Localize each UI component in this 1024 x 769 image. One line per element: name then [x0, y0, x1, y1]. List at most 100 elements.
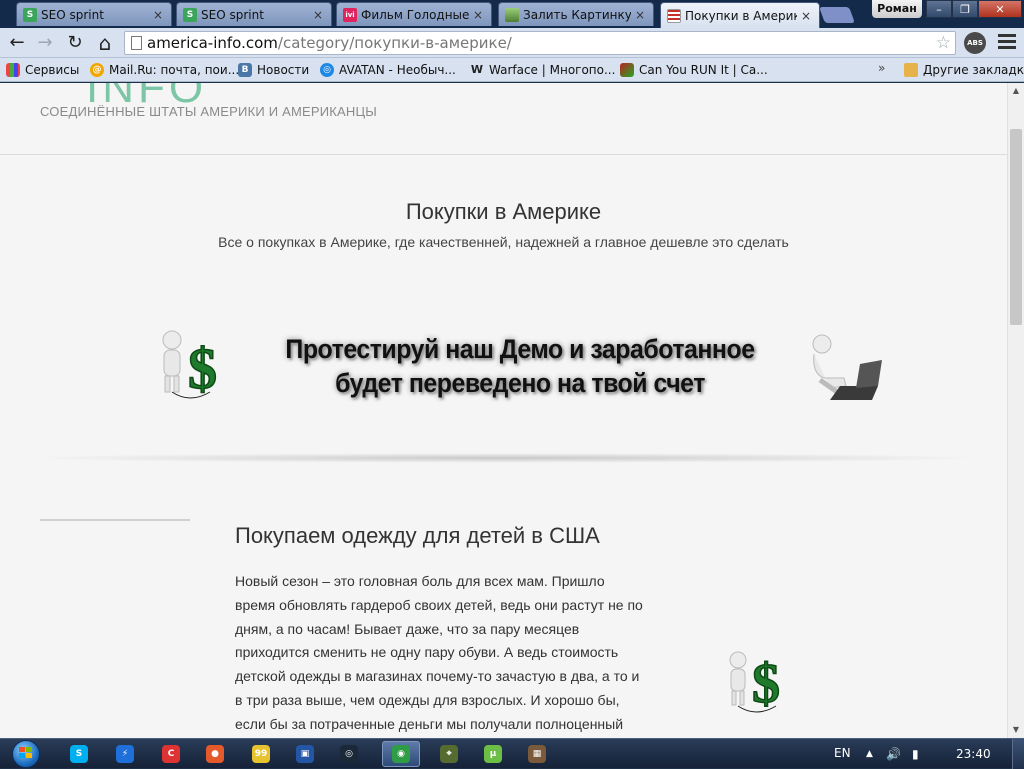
scroll-up-arrow-icon[interactable]: ▲	[1008, 83, 1024, 99]
apps-grid-icon	[6, 63, 20, 77]
mailru-icon: @	[90, 63, 104, 77]
bookmark-label: Warface | Многопо...	[489, 63, 616, 77]
windows-flag-icon	[19, 747, 33, 760]
taskbar-app-sniper-app[interactable]: ⌖	[430, 741, 468, 767]
post-title[interactable]: Покупаем одежду для детей в США	[235, 523, 600, 549]
bookmark-star-icon[interactable]: ☆	[936, 32, 951, 54]
taskbar-app-lightning-app[interactable]: ⚡	[106, 741, 144, 767]
clock[interactable]: 23:40	[956, 747, 991, 761]
bookmark-other-folder[interactable]: Другие закладки	[904, 61, 1024, 79]
ccleaner-icon: C	[162, 745, 180, 763]
notes-icon: 99	[252, 745, 270, 763]
dollar-man-icon: $	[729, 651, 781, 716]
us-flag-icon	[667, 8, 681, 23]
window-close-button[interactable]: ✕	[978, 0, 1022, 18]
man-with-laptop-icon	[812, 334, 882, 400]
warface-icon: W	[470, 63, 484, 76]
bookmark-warface[interactable]: W Warface | Многопо...	[470, 61, 616, 79]
ivi-icon: ivi	[343, 7, 357, 22]
image-upload-icon	[505, 7, 519, 22]
page-scrollbar[interactable]: ▲ ▼	[1007, 83, 1024, 738]
reload-icon[interactable]: ↻	[64, 32, 86, 54]
start-button[interactable]	[4, 739, 46, 769]
vk-icon: B	[238, 63, 252, 77]
taskbar-app-chrome[interactable]: ◉	[382, 741, 420, 767]
close-icon[interactable]: ×	[473, 8, 485, 22]
skype-icon: S	[70, 745, 88, 763]
banner-shadow	[20, 453, 990, 463]
home-icon[interactable]: ⌂	[94, 32, 116, 54]
bookmark-canyourunit[interactable]: Can You RUN It | Ca...	[620, 61, 768, 79]
bookmark-mailru[interactable]: @ Mail.Ru: почта, пои...	[90, 61, 239, 79]
bookmark-avatan[interactable]: ◎ AVATAN - Необыч...	[320, 61, 456, 79]
volume-icon[interactable]: 🔊	[886, 747, 901, 761]
bookmark-news[interactable]: B Новости	[238, 61, 309, 79]
tab-image-upload[interactable]: Залить Картинку - З ×	[498, 2, 654, 26]
tab-seo-sprint-2[interactable]: S SEO sprint ×	[176, 2, 332, 26]
bookmark-services[interactable]: Сервисы	[6, 61, 79, 79]
utorrent-icon: µ	[484, 745, 502, 763]
taskbar-app-skype[interactable]: S	[60, 741, 98, 767]
taskbar-app-steam[interactable]: ◎	[330, 741, 368, 767]
language-indicator[interactable]: EN	[834, 746, 851, 760]
close-icon[interactable]: ×	[801, 9, 813, 23]
bookmark-label: Новости	[257, 63, 310, 77]
ad-banner[interactable]: $ Протестируй наш Демо и заработанное бу…	[150, 318, 890, 413]
bookmark-label: Другие закладки	[923, 63, 1024, 77]
close-icon[interactable]: ×	[635, 8, 647, 22]
maximize-button[interactable]: ❐	[952, 0, 978, 18]
header-divider	[0, 154, 1007, 155]
tray-expand-icon[interactable]: ▲	[866, 749, 873, 759]
forward-icon[interactable]: →	[34, 32, 56, 54]
page-icon	[131, 36, 142, 50]
address-bar[interactable]: america-info.com/category/покупки-в-амер…	[124, 31, 956, 55]
tab-ivi-film[interactable]: ivi Фильм Голодные и ×	[336, 2, 492, 26]
scroll-down-arrow-icon[interactable]: ▼	[1008, 722, 1024, 738]
bookmarks-more-icon[interactable]: »	[878, 61, 885, 75]
scroll-thumb[interactable]	[1010, 128, 1022, 325]
chrome-icon: ◉	[392, 745, 410, 763]
bookmark-label: AVATAN - Необыч...	[339, 63, 456, 77]
taskbar-app-ccleaner[interactable]: C	[152, 741, 190, 767]
bookmark-label: Mail.Ru: почта, пои...	[109, 63, 240, 77]
tab-shopping-in-america[interactable]: Покупки в Америк ×	[660, 2, 820, 28]
banner-line-2: будет переведено на твой счет	[335, 368, 705, 398]
sidebar-divider	[40, 519, 190, 521]
avatan-icon: ◎	[320, 63, 334, 77]
lightning-app-icon: ⚡	[116, 745, 134, 763]
taskbar-app-floppy-save[interactable]: ▣	[286, 741, 324, 767]
taskbar-app-cube-app[interactable]: ▦	[518, 741, 556, 767]
cube-app-icon: ▦	[528, 745, 546, 763]
adblock-extension-icon[interactable]: ABS	[964, 32, 986, 54]
page-viewport: INFO СОЕДИНЁННЫЕ ШТАТЫ АМЕРИКИ И АМЕРИКА…	[0, 83, 1007, 738]
site-tagline: СОЕДИНЁННЫЕ ШТАТЫ АМЕРИКИ И АМЕРИКАНЦЫ	[40, 104, 378, 119]
bookmark-label: Can You RUN It | Ca...	[639, 63, 768, 77]
taskbar-app-map-pin[interactable]: ●	[196, 741, 234, 767]
svg-text:$: $	[188, 336, 217, 401]
bookmarks-bar: Сервисы @ Mail.Ru: почта, пои... B Новос…	[0, 58, 1024, 82]
network-icon[interactable]: ▮	[912, 747, 919, 761]
category-description: Все о покупках в Америке, где качественн…	[218, 234, 789, 250]
banner-text: Протестируй наш Демо и заработанное буде…	[262, 332, 777, 400]
tab-title: Покупки в Америк	[685, 8, 797, 23]
folder-icon	[904, 63, 918, 77]
show-desktop-button[interactable]	[1012, 739, 1024, 769]
url-host: america-info.com	[147, 34, 278, 52]
back-icon[interactable]: ←	[6, 32, 28, 54]
new-tab-button[interactable]	[819, 7, 855, 23]
close-icon[interactable]: ×	[153, 8, 165, 22]
bookmark-label: Сервисы	[25, 63, 80, 77]
close-icon[interactable]: ×	[313, 8, 325, 22]
taskbar-app-utorrent[interactable]: µ	[474, 741, 512, 767]
seosprint-icon: S	[183, 7, 197, 22]
menu-icon[interactable]	[998, 34, 1016, 52]
tab-title: SEO sprint	[201, 7, 264, 22]
minimize-button[interactable]: –	[926, 0, 952, 18]
tab-strip: S SEO sprint × S SEO sprint × ivi Фильм …	[0, 0, 1024, 28]
tab-seo-sprint-1[interactable]: S SEO sprint ×	[16, 2, 172, 26]
taskbar-app-notes[interactable]: 99	[242, 741, 280, 767]
browser-toolbar: ← → ↻ ⌂ america-info.com/category/покупк…	[0, 28, 1024, 58]
user-profile-badge[interactable]: Роман	[872, 0, 922, 18]
canyourunit-icon	[620, 63, 634, 77]
tab-title: Фильм Голодные и	[361, 7, 469, 22]
